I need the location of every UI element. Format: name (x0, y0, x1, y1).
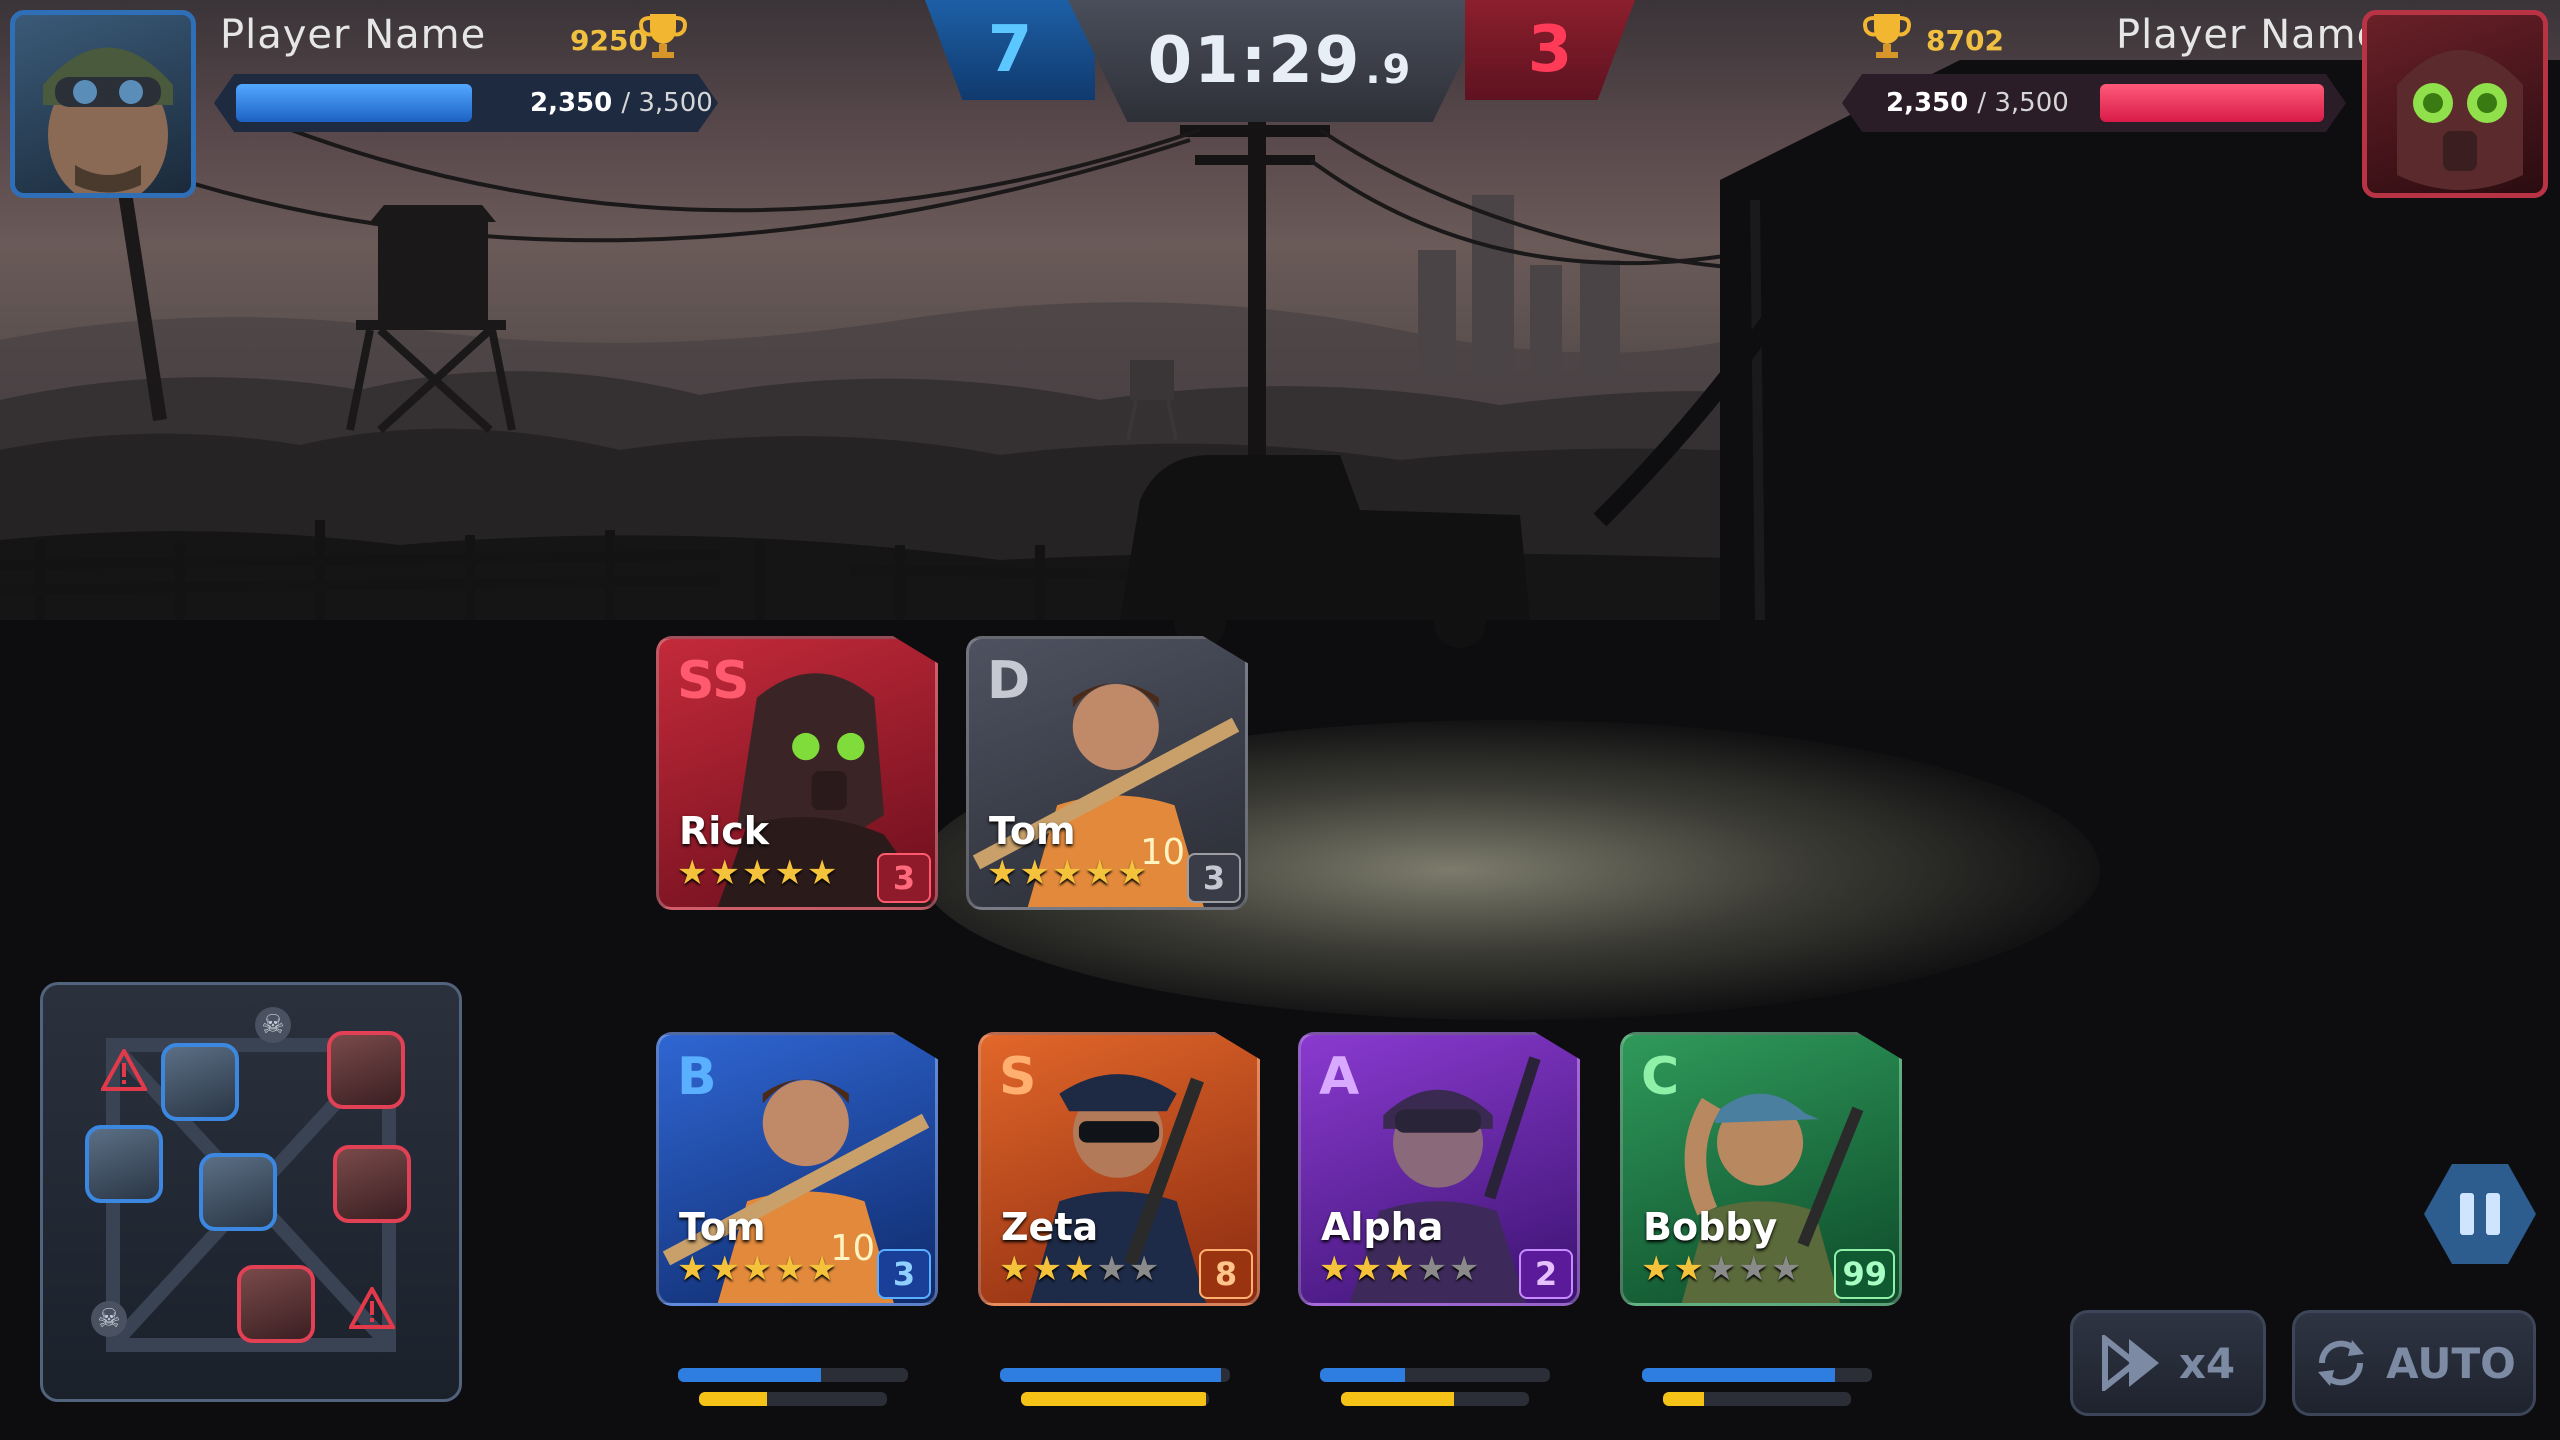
auto-cycle-icon (2318, 1340, 2365, 1386)
energy-fill (1642, 1368, 1836, 1382)
card-name: Tom (989, 809, 1076, 853)
card-level: 3 (877, 853, 931, 903)
skull-icon: ☠ (91, 1301, 127, 1337)
card-rank: D (987, 651, 1031, 711)
field-card-tom[interactable]: 10 D Tom ★★★★★ 3 (966, 636, 1248, 910)
card-rank: S (999, 1047, 1037, 1107)
player-right-name: Player Name (2116, 12, 2383, 58)
trophy-icon (1863, 14, 1911, 58)
card-name: Bobby (1643, 1205, 1778, 1249)
skull-icon: ☠ (255, 1007, 291, 1043)
energy-fill (1320, 1368, 1406, 1382)
speed-label: x4 (2178, 1338, 2236, 1388)
auto-label: AUTO (2386, 1338, 2516, 1388)
hand-card-bobby[interactable]: C Bobby ★★★★★ 99 (1620, 1032, 1902, 1306)
minimap-ally-unit[interactable] (199, 1153, 277, 1231)
card-stars: ★★★★★ (1319, 1249, 1482, 1289)
minimap-enemy-unit[interactable] (333, 1145, 411, 1223)
charge-fill (698, 1392, 767, 1406)
card-cooldown-bars (1642, 1368, 1872, 1406)
fast-forward-icon (2101, 1335, 2159, 1391)
battle-minimap[interactable]: ☠ ☠ (40, 982, 462, 1402)
charge-fill (1020, 1392, 1206, 1406)
card-rank: C (1641, 1047, 1680, 1107)
hand-card-alpha[interactable]: A Alpha ★★★★★ 2 (1298, 1032, 1580, 1306)
player-left-avatar (10, 10, 196, 198)
player-right-trophies: 8702 (1926, 24, 2004, 57)
charge-fill (1662, 1392, 1705, 1406)
card-level: 99 (1834, 1249, 1895, 1299)
player-right-avatar (2362, 10, 2548, 198)
minimap-enemy-unit[interactable] (327, 1031, 405, 1109)
card-level: 8 (1199, 1249, 1253, 1299)
card-cooldown-bars (678, 1368, 908, 1406)
match-timer: 01:29.9 (1068, 0, 1492, 122)
card-name: Alpha (1321, 1205, 1444, 1249)
player-right-hp-bar: 2,350 / 3,500 (1842, 74, 2346, 132)
energy-fill (678, 1368, 821, 1382)
card-rank: B (677, 1047, 717, 1107)
player-left-hp-fill (236, 84, 472, 122)
card-stars: ★★★★★ (999, 1249, 1162, 1289)
card-level: 3 (877, 1249, 931, 1299)
trophy-icon (639, 14, 687, 58)
field-card-rick[interactable]: SS Rick ★★★★★ 3 (656, 636, 938, 910)
card-cooldown-bars (1000, 1368, 1230, 1406)
card-level: 3 (1187, 853, 1241, 903)
minimap-ally-unit[interactable] (85, 1125, 163, 1203)
warning-icon (101, 1049, 147, 1091)
card-stars: ★★★★★ (1641, 1249, 1804, 1289)
card-rank: SS (677, 651, 750, 711)
charge-fill (1340, 1392, 1454, 1406)
card-cooldown-bars (1320, 1368, 1550, 1406)
minimap-ally-unit[interactable] (161, 1043, 239, 1121)
player-right-hp-text: 2,350 / 3,500 (1886, 88, 2069, 118)
card-rank: A (1319, 1047, 1360, 1107)
hand-card-tom[interactable]: 10 B Tom ★★★★★ 3 (656, 1032, 938, 1306)
card-stars: ★★★★★ (677, 1249, 840, 1289)
card-name: Tom (679, 1205, 766, 1249)
auto-button[interactable]: AUTO (2292, 1310, 2536, 1416)
pause-icon (2460, 1193, 2474, 1235)
card-level: 2 (1519, 1249, 1573, 1299)
minimap-enemy-unit[interactable] (237, 1265, 315, 1343)
player-left-hp-bar: 2,350 / 3,500 (214, 74, 718, 132)
player-right-hp-fill (2100, 84, 2324, 122)
warning-icon (349, 1287, 395, 1329)
card-name: Zeta (1001, 1205, 1099, 1249)
hand-card-zeta[interactable]: S Zeta ★★★★★ 8 (978, 1032, 1260, 1306)
card-stars: ★★★★★ (677, 853, 840, 893)
player-left-name: Player Name (220, 12, 487, 58)
player-left-hp-text: 2,350 / 3,500 (530, 88, 713, 118)
energy-fill (1000, 1368, 1221, 1382)
card-stars: ★★★★★ (987, 853, 1150, 893)
speed-button[interactable]: x4 (2070, 1310, 2266, 1416)
card-name: Rick (679, 809, 770, 853)
